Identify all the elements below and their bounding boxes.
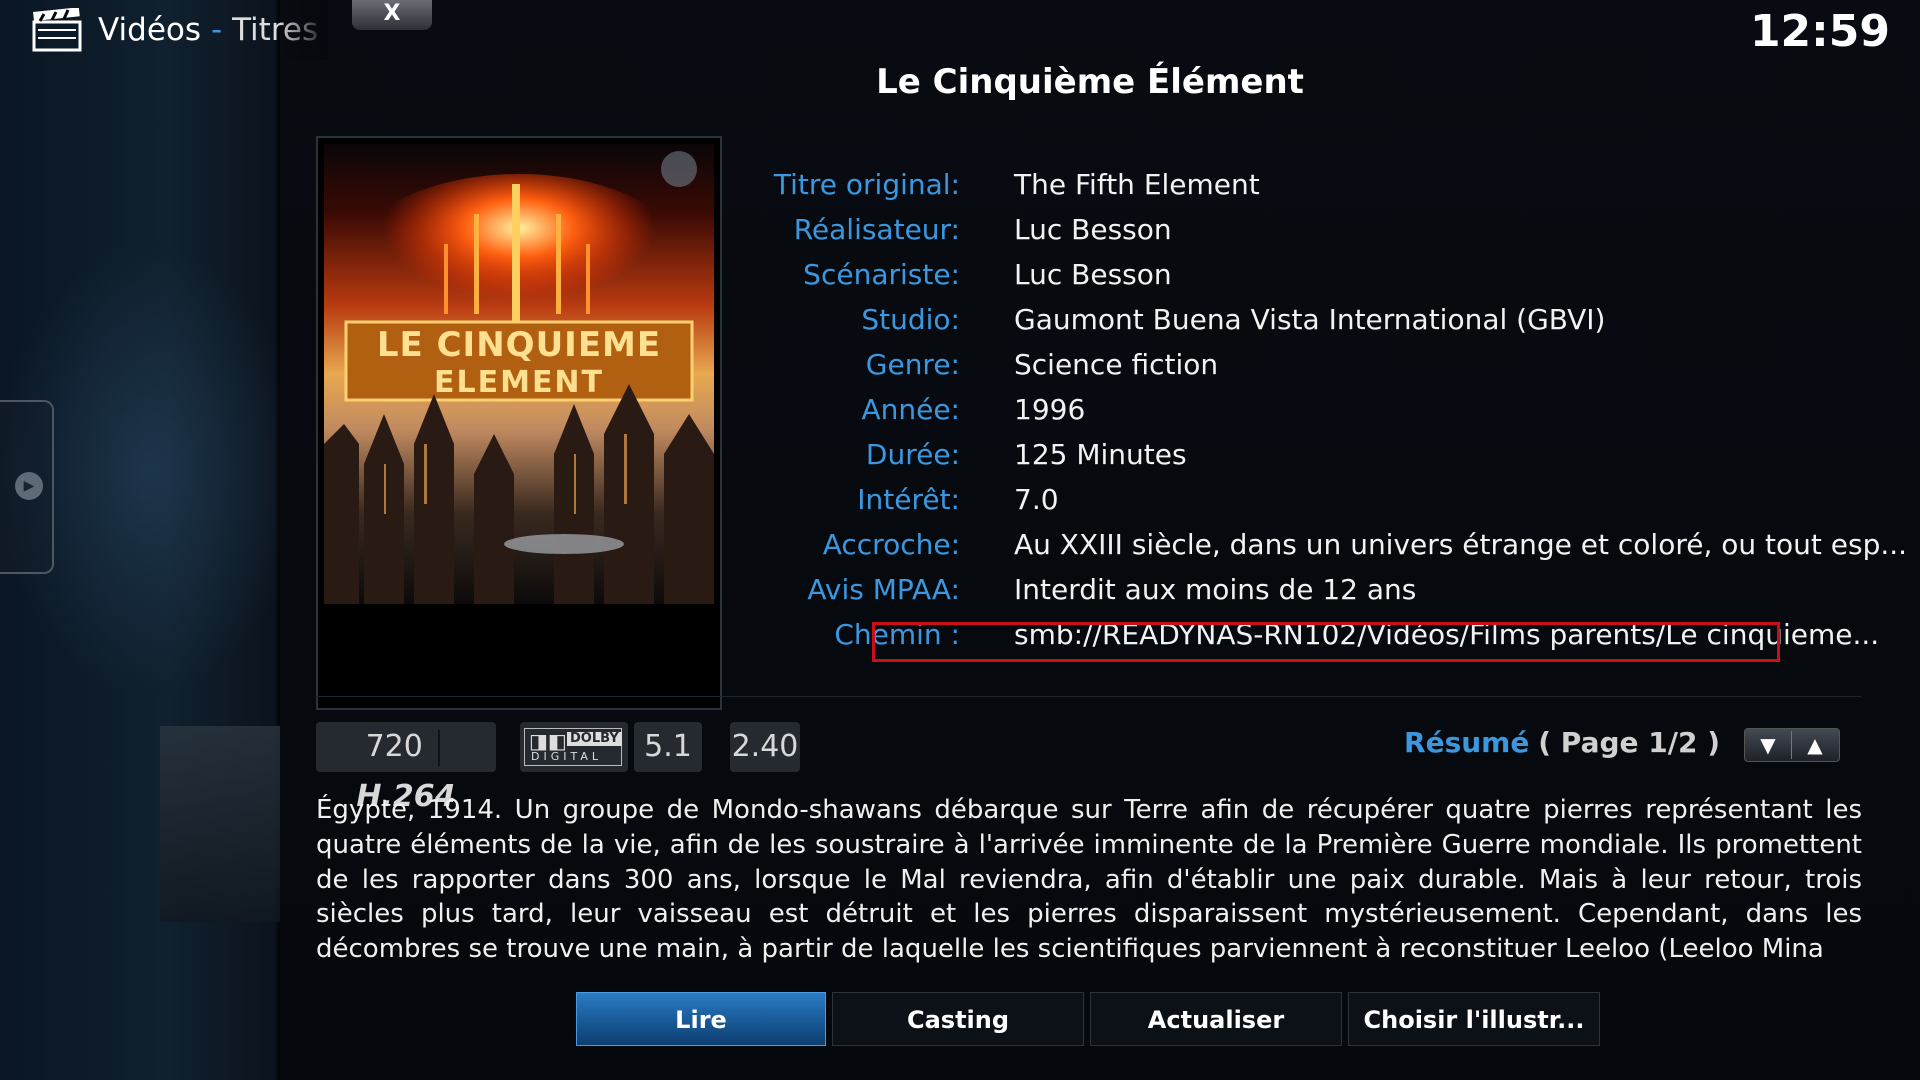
path-highlight-box <box>872 622 1780 662</box>
aspect-ratio-flag: 2.40 <box>730 722 800 772</box>
detail-value: 125 Minutes <box>1014 438 1187 471</box>
detail-row-year: Année: 1996 <box>780 393 1880 438</box>
dolby-digital-icon: ◨◧ DOLBY DIGITAL <box>520 722 628 772</box>
close-button[interactable]: X <box>352 0 432 30</box>
choose-artwork-button[interactable]: Choisir l'illustr... <box>1348 992 1600 1046</box>
detail-label: Avis MPAA: <box>807 573 960 606</box>
poster-frame: LE CINQUIEME ELEMENT <box>316 136 722 710</box>
header-fade <box>278 0 328 60</box>
detail-value: 1996 <box>1014 393 1086 426</box>
detail-value: The Fifth Element <box>1014 168 1260 201</box>
detail-row-genre: Genre: Science fiction <box>780 348 1880 393</box>
detail-row-tagline: Accroche: Au XXIII siècle, dans un unive… <box>780 528 1907 573</box>
detail-row-original-title: Titre original: The Fifth Element <box>774 168 1880 213</box>
detail-value: Au XXIII siècle, dans un univers étrange… <box>1014 528 1908 561</box>
detail-value: Gaumont Buena Vista International (GBVI) <box>1014 303 1606 336</box>
side-menu-arrow-icon[interactable]: ▶ <box>15 472 43 500</box>
detail-row-mpaa: Avis MPAA: Interdit aux moins de 12 ans <box>780 573 1880 618</box>
detail-value: Science fiction <box>1014 348 1219 381</box>
scroll-down-icon[interactable]: ▼ <box>1745 729 1791 761</box>
resolution-flag: 720 <box>365 729 423 764</box>
audio-channels-flag: 5.1 <box>634 722 702 772</box>
play-button[interactable]: Lire <box>576 992 826 1046</box>
detail-value: 7.0 <box>1014 483 1059 516</box>
detail-label: Durée: <box>865 438 960 471</box>
detail-label: Année: <box>861 393 960 426</box>
detail-label: Studio: <box>861 303 960 336</box>
detail-label: Scénariste: <box>803 258 960 291</box>
detail-label: Réalisateur: <box>793 213 960 246</box>
divider <box>316 696 1861 697</box>
svg-text:ELEMENT: ELEMENT <box>434 365 604 400</box>
detail-label: Accroche: <box>822 528 960 561</box>
plot-summary: Égypte, 1914. Un groupe de Mondo-shawans… <box>316 795 1862 965</box>
refresh-button[interactable]: Actualiser <box>1090 992 1342 1046</box>
video-flags: 720 H.264 <box>316 722 496 814</box>
details-list: Titre original: The Fifth Element Réalis… <box>774 168 1907 663</box>
dolby-brand: DOLBY <box>567 732 622 746</box>
clock: 12:59 <box>1749 6 1890 57</box>
svg-text:LE CINQUIEME: LE CINQUIEME <box>377 325 661 365</box>
detail-label: Intérêt: <box>857 483 960 516</box>
background-thumbnail <box>160 726 280 922</box>
clapperboard-icon <box>32 8 82 52</box>
detail-label: Titre original: <box>773 168 960 201</box>
detail-row-rating: Intérêt: 7.0 <box>780 483 1880 528</box>
detail-value: Luc Besson <box>1014 213 1172 246</box>
dolby-sub: DIGITAL <box>531 750 603 763</box>
movie-poster: LE CINQUIEME ELEMENT <box>324 144 714 604</box>
breadcrumb-section: Vidéos <box>98 12 202 48</box>
breadcrumb-separator: - <box>211 12 223 48</box>
detail-value: Luc Besson <box>1014 258 1172 291</box>
detail-row-writer: Scénariste: Luc Besson <box>780 258 1880 303</box>
detail-value: Interdit aux moins de 12 ans <box>1014 573 1417 606</box>
scroll-up-icon[interactable]: ▲ <box>1792 729 1838 761</box>
summary-header: Résumé ( Page 1/2 ) <box>1404 726 1720 759</box>
movie-title: Le Cinquième Élément <box>876 62 1304 102</box>
detail-row-duration: Durée: 125 Minutes <box>780 438 1880 483</box>
detail-row-studio: Studio: Gaumont Buena Vista Internationa… <box>780 303 1880 348</box>
summary-label: Résumé <box>1404 726 1530 759</box>
cast-button[interactable]: Casting <box>832 992 1084 1046</box>
detail-row-director: Réalisateur: Luc Besson <box>780 213 1880 258</box>
detail-label: Genre: <box>865 348 960 381</box>
page-indicator: ( Page 1/2 ) <box>1538 726 1720 759</box>
scroll-buttons: ▼ ▲ <box>1744 728 1840 762</box>
